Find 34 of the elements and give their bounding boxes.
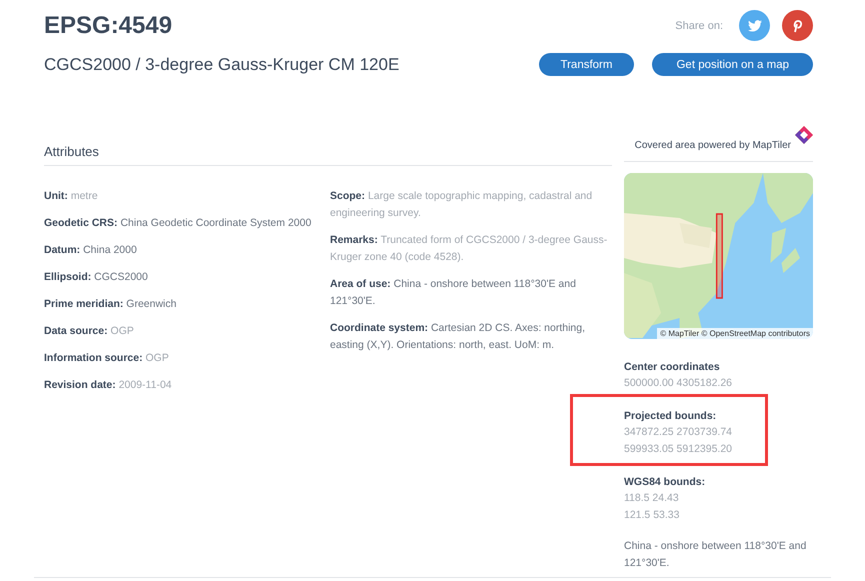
attribute-text: Revision date: 2009-11-04 — [44, 378, 173, 393]
attribute-text: Area of use: China - onshore between 118°30'E and 121°30'E. — [330, 277, 577, 309]
crs-code-title: EPSG:4549 — [44, 12, 172, 40]
bounds-title: WGS84 bounds: — [624, 475, 706, 490]
attribute-text: Datum: China 2000 — [44, 243, 138, 258]
coordinate-text: 121.5 53.33 — [624, 508, 680, 523]
bounds-title: Center coordinates — [624, 360, 721, 375]
attribute-text: Prime meridian: Greenwich — [44, 297, 178, 312]
attribute-text: Ellipsoid: CGCS2000 — [44, 270, 149, 285]
attribute-text: Information source: OGP — [44, 351, 170, 366]
coordinate-text: 500000.00 4305182.26 — [624, 376, 734, 391]
diamond-logo-icon — [795, 126, 813, 144]
attribute-text: Data source: OGP — [44, 324, 135, 339]
coordinate-text: 347872.25 2703739.74 — [624, 425, 734, 440]
coordinate-text: 599933.05 5912395.20 — [624, 442, 734, 457]
section-title: Attributes — [44, 144, 612, 166]
bounds-title: Projected bounds: — [624, 409, 718, 424]
attribute-text: Scope: Large scale topographic mapping, cadastral and engineering survey. — [330, 189, 594, 221]
share-label: Share on: — [675, 20, 723, 32]
map-position-button[interactable]: Get position on a map — [652, 53, 813, 76]
coordinate-text: 118.5 24.43 — [624, 491, 680, 506]
pin-share-button[interactable] — [782, 10, 813, 41]
attribute-text: Geodetic CRS: China Geodetic Coordinate System 2000 — [44, 216, 312, 231]
bird-icon — [748, 20, 762, 32]
attribute-text: Coordinate system: Cartesian 2D CS. Axes: northing, easting (X,Y). Orientations: north, east. UoM: m. — [330, 321, 586, 353]
transform-button[interactable]: Transform — [538, 53, 634, 76]
map-attribution: © MapTiler © OpenStreetMap contributors — [657, 328, 813, 339]
pin-letter-icon — [792, 18, 803, 32]
area-text: China - onshore between 118°30'E and 121°30'E. — [624, 539, 808, 571]
attribute-text: Remarks: Truncated form of CGCS2000 / 3-degree Gauss-Kruger zone 40 (code 4528). — [330, 233, 608, 265]
attribute-text: Unit: metre — [44, 189, 99, 204]
crs-name: CGCS2000 / 3-degree Gauss-Kruger CM 120E — [44, 54, 400, 74]
bird-share-button[interactable] — [739, 10, 770, 41]
powered-by-text: Covered area powered by MapTiler — [634, 140, 791, 151]
